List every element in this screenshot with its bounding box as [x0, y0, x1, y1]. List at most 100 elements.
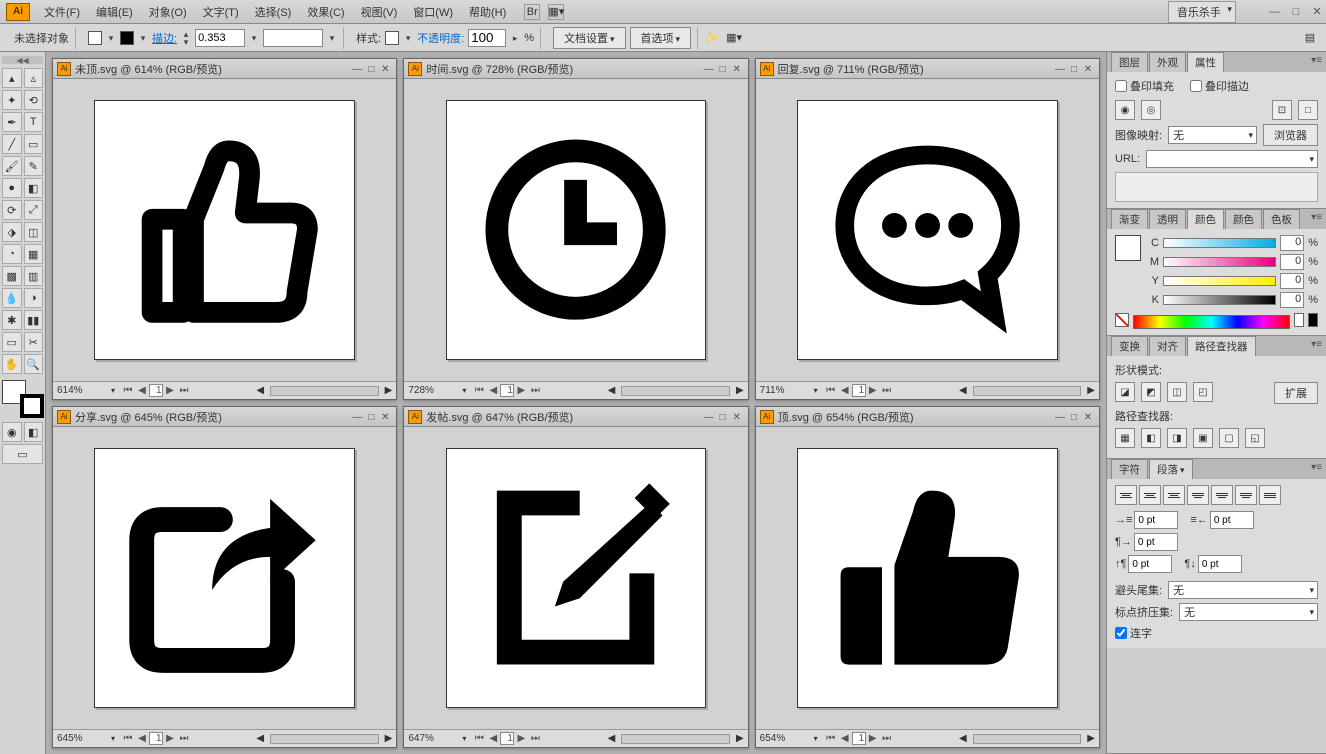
hand-tool[interactable]: ✋: [2, 354, 22, 374]
perspective-tool[interactable]: ▦: [24, 244, 44, 264]
magenta-value[interactable]: 0: [1280, 254, 1304, 270]
url-input[interactable]: [1146, 150, 1318, 168]
last-artboard-button[interactable]: ⏭: [177, 385, 191, 396]
tab-swatches[interactable]: 色板: [1263, 209, 1300, 229]
menu-effect[interactable]: 效果(C): [299, 1, 352, 23]
align-right-button[interactable]: [1163, 485, 1185, 505]
winding-nonzero-icon[interactable]: ◉: [1115, 100, 1135, 120]
preferences-button[interactable]: 首选项: [630, 27, 692, 49]
prev-artboard-button[interactable]: ◀: [135, 733, 149, 744]
maximize-button[interactable]: □: [1287, 6, 1305, 18]
magenta-slider[interactable]: [1163, 257, 1276, 267]
overprint-stroke-checkbox[interactable]: 叠印描边: [1190, 78, 1249, 94]
next-artboard-button[interactable]: ▶: [866, 385, 880, 396]
first-artboard-button[interactable]: ⏮: [121, 385, 135, 396]
zoom-level[interactable]: 647%: [408, 733, 456, 744]
trim-icon[interactable]: ◧: [1141, 428, 1161, 448]
hide-center-icon[interactable]: □: [1298, 100, 1318, 120]
bridge-icon[interactable]: Br: [524, 4, 540, 20]
doc-maximize-button[interactable]: □: [1067, 64, 1081, 75]
browse-button[interactable]: 浏览器: [1263, 124, 1318, 146]
scale-tool[interactable]: ⤢: [24, 200, 44, 220]
doc-maximize-button[interactable]: □: [364, 64, 378, 75]
document-canvas[interactable]: [404, 427, 747, 729]
doc-minimize-button[interactable]: —: [702, 64, 716, 75]
pen-tool[interactable]: ✒: [2, 112, 22, 132]
menu-window[interactable]: 窗口(W): [405, 1, 461, 23]
winding-evenodd-icon[interactable]: ◎: [1141, 100, 1161, 120]
minus-front-icon[interactable]: ◩: [1141, 382, 1161, 402]
color-spectrum[interactable]: [1133, 315, 1290, 329]
color-fill-stroke-icon[interactable]: [1115, 235, 1141, 261]
zoom-tool[interactable]: 🔍: [24, 354, 44, 374]
doc-maximize-button[interactable]: □: [1067, 412, 1081, 423]
fill-stroke-indicator[interactable]: [2, 380, 44, 418]
screen-mode-tool[interactable]: ▭: [2, 444, 43, 464]
profile-dropdown[interactable]: [263, 29, 323, 47]
last-artboard-button[interactable]: ⏭: [880, 385, 894, 396]
h-scrollbar[interactable]: [973, 386, 1082, 396]
space-after-field[interactable]: ¶↓: [1184, 555, 1241, 573]
document-canvas[interactable]: [404, 79, 747, 381]
selection-tool[interactable]: ▴: [2, 68, 22, 88]
opacity-input[interactable]: [468, 29, 506, 47]
scroll-left-button[interactable]: ◀: [256, 385, 264, 396]
tab-paragraph[interactable]: 段落: [1149, 459, 1193, 479]
scroll-left-button[interactable]: ◀: [959, 733, 967, 744]
outline-icon[interactable]: ▢: [1219, 428, 1239, 448]
scroll-right-button[interactable]: ▶: [736, 385, 744, 396]
scroll-left-button[interactable]: ◀: [256, 733, 264, 744]
justify-left-button[interactable]: [1187, 485, 1209, 505]
tab-layers[interactable]: 图层: [1111, 52, 1148, 72]
panel-menu-icon[interactable]: ▾≡: [1311, 55, 1322, 66]
prev-artboard-button[interactable]: ◀: [135, 385, 149, 396]
eyedropper-tool[interactable]: 💧: [2, 288, 22, 308]
line-tool[interactable]: ╱: [2, 134, 22, 154]
doc-minimize-button[interactable]: —: [1053, 64, 1067, 75]
menu-file[interactable]: 文件(F): [36, 1, 88, 23]
artboard-number[interactable]: 1: [500, 732, 514, 745]
next-artboard-button[interactable]: ▶: [163, 385, 177, 396]
menu-edit[interactable]: 编辑(E): [88, 1, 141, 23]
indent-right-field[interactable]: ≡←: [1190, 511, 1253, 529]
eraser-tool[interactable]: ◧: [24, 178, 44, 198]
tab-color[interactable]: 颜色: [1187, 209, 1224, 229]
style-swatch[interactable]: [385, 31, 399, 45]
width-tool[interactable]: ⬗: [2, 222, 22, 242]
scroll-right-button[interactable]: ▶: [385, 385, 393, 396]
first-artboard-button[interactable]: ⏮: [121, 733, 135, 744]
color-mode-icon[interactable]: ◉: [2, 422, 22, 442]
type-tool[interactable]: T: [24, 112, 44, 132]
document-canvas[interactable]: [756, 79, 1099, 381]
h-scrollbar[interactable]: [270, 734, 379, 744]
opacity-label[interactable]: 不透明度:: [417, 30, 464, 46]
zoom-level[interactable]: 645%: [57, 733, 105, 744]
mesh-tool[interactable]: ▩: [2, 266, 22, 286]
doc-close-button[interactable]: ✕: [730, 64, 744, 75]
h-scrollbar[interactable]: [621, 386, 730, 396]
next-artboard-button[interactable]: ▶: [514, 733, 528, 744]
h-scrollbar[interactable]: [973, 734, 1082, 744]
document-canvas[interactable]: [756, 427, 1099, 729]
stroke-label[interactable]: 描边:: [152, 30, 177, 46]
stroke-stepper[interactable]: ▴▾: [181, 30, 191, 46]
panel-menu-icon[interactable]: ▾≡: [1311, 462, 1322, 473]
doc-maximize-button[interactable]: □: [364, 412, 378, 423]
magic-wand-icon[interactable]: ✨: [704, 30, 720, 46]
justify-right-button[interactable]: [1235, 485, 1257, 505]
artboard-tool[interactable]: ▭: [2, 332, 22, 352]
image-map-select[interactable]: 无: [1168, 126, 1257, 144]
panel-menu-icon[interactable]: ▾≡: [1311, 339, 1322, 350]
panel-menu-icon[interactable]: ▤: [1302, 30, 1318, 46]
magic-wand-tool[interactable]: ✦: [2, 90, 22, 110]
tab-appearance[interactable]: 外观: [1149, 52, 1186, 72]
justify-all-button[interactable]: [1259, 485, 1281, 505]
tab-attributes[interactable]: 属性: [1187, 52, 1224, 72]
scroll-right-button[interactable]: ▶: [736, 733, 744, 744]
h-scrollbar[interactable]: [270, 386, 379, 396]
document-titlebar[interactable]: Ai未顶.svg @ 614% (RGB/预览)—□✕: [53, 59, 396, 79]
document-titlebar[interactable]: Ai回复.svg @ 711% (RGB/预览)—□✕: [756, 59, 1099, 79]
fill-swatch[interactable]: [88, 31, 102, 45]
menu-view[interactable]: 视图(V): [353, 1, 406, 23]
tools-collapse-grip[interactable]: ◀◀: [2, 56, 43, 64]
